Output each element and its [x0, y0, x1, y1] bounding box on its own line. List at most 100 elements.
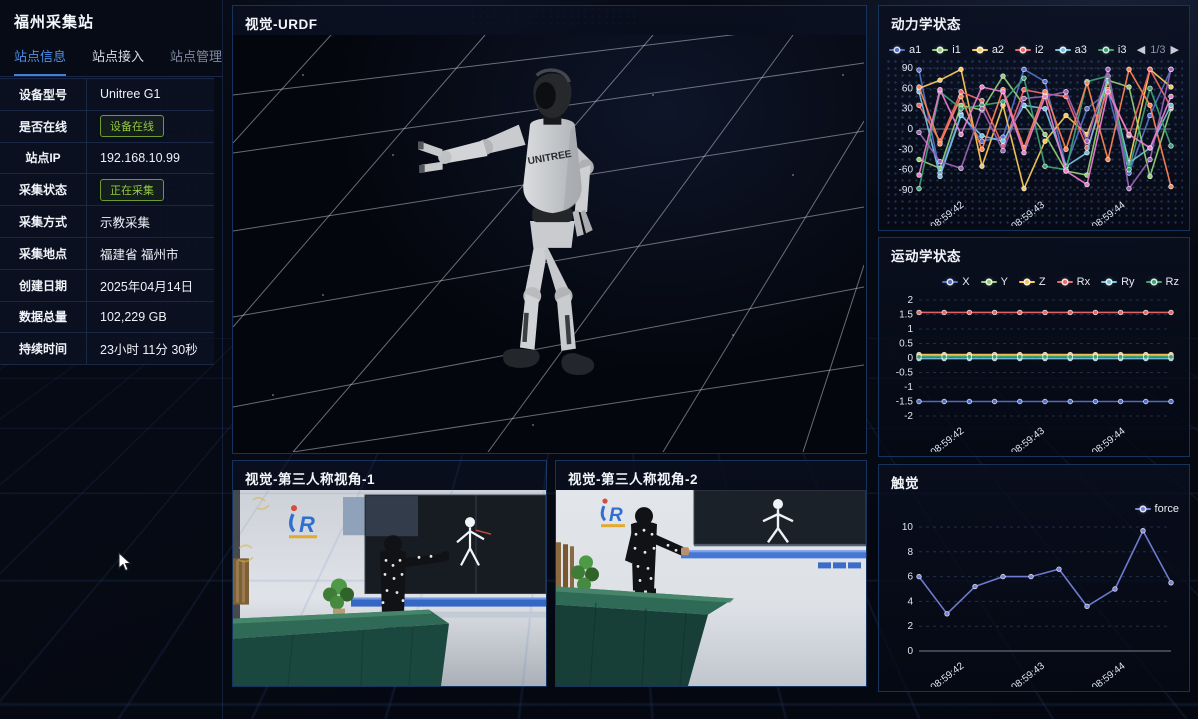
legend-page-indicator: 1/3	[1150, 44, 1165, 56]
duration-value: 23小时 11分 30秒	[87, 339, 214, 358]
robot-model: UNITREE	[418, 70, 594, 375]
svg-text:R: R	[299, 512, 315, 537]
tab-station-manage[interactable]: 站点管理	[170, 46, 222, 76]
svg-text:0.5: 0.5	[899, 339, 913, 350]
table-row: 站点IP192.168.10.99	[0, 143, 214, 175]
svg-text:08:59:42: 08:59:42	[929, 199, 967, 226]
legend-pagination: ◀ 1/3 ▶	[1137, 44, 1179, 56]
legend-item[interactable]: i1	[932, 44, 961, 56]
legend-label: Y	[1001, 276, 1008, 288]
kinematics-chart: 21.510.50-0.5-1-1.5-208:59:4208:59:4308:…	[885, 290, 1183, 452]
camera-2-scene: R	[556, 490, 866, 686]
svg-text:0: 0	[907, 353, 913, 364]
legend-item[interactable]: Rz	[1146, 276, 1179, 288]
sidebar-tabs: 站点信息 站点接入 站点管理	[0, 38, 222, 77]
svg-text:1.5: 1.5	[899, 310, 913, 321]
station-ip-value: 192.168.10.99	[87, 151, 214, 165]
legend-label: i1	[952, 44, 961, 56]
svg-text:0: 0	[907, 646, 913, 657]
legend-label: a3	[1075, 44, 1087, 56]
legend-label: i3	[1118, 44, 1127, 56]
svg-text:08:59:43: 08:59:43	[1009, 425, 1047, 452]
svg-text:08:59:44: 08:59:44	[1090, 199, 1128, 226]
svg-text:-0.5: -0.5	[896, 368, 914, 379]
legend-label: Rz	[1166, 276, 1179, 288]
svg-text:60: 60	[902, 83, 914, 94]
device-model-value: Unitree G1	[87, 87, 214, 101]
svg-text:08:59:44: 08:59:44	[1090, 660, 1128, 687]
table-row: 设备型号Unitree G1	[0, 78, 214, 111]
data-total-value: 102,229 GB	[87, 310, 214, 324]
svg-text:08:59:43: 08:59:43	[1009, 660, 1047, 687]
panel-title: 动力学状态	[879, 6, 1189, 39]
table-row: 数据总量102,229 GB	[0, 302, 214, 334]
panel-title: 触觉	[879, 465, 1189, 498]
legend-item[interactable]: i2	[1015, 44, 1044, 56]
svg-text:-90: -90	[899, 185, 914, 196]
panel-urdf-view: 视觉-URDF	[232, 5, 867, 454]
tab-station-access[interactable]: 站点接入	[92, 46, 144, 76]
dynamics-chart: 9060300-30-60-9008:59:4208:59:4308:59:44	[885, 58, 1183, 226]
camera-1-scene: R	[233, 490, 546, 686]
svg-text:08:59:42: 08:59:42	[929, 425, 967, 452]
collect-status-badge: 正在采集	[100, 179, 164, 201]
legend-marker-icon	[1146, 281, 1162, 283]
legend-next-icon[interactable]: ▶	[1171, 45, 1179, 56]
legend-marker-icon	[1057, 281, 1073, 283]
legend-label: Rx	[1077, 276, 1090, 288]
legend-marker-icon	[1098, 49, 1114, 51]
dashboard-root: { "app": { "station_title": "福州采集站" }, "…	[0, 0, 1198, 719]
svg-text:90: 90	[902, 63, 914, 74]
mouse-cursor	[118, 552, 134, 574]
legend-item[interactable]: Z	[1019, 276, 1046, 288]
legend-label: i2	[1035, 44, 1044, 56]
station-title: 福州采集站	[0, 0, 222, 38]
svg-text:0: 0	[907, 124, 913, 135]
camera-2-video[interactable]: R	[556, 490, 866, 686]
legend-marker-icon	[942, 281, 958, 283]
urdf-grid-scene: UNITREE	[233, 35, 864, 452]
panel-camera-1: 视觉-第三人称视角-1 R	[232, 460, 547, 687]
collect-mode-value: 示教采集	[87, 212, 214, 231]
legend-label: Ry	[1121, 276, 1134, 288]
create-date-value: 2025年04月14日	[87, 276, 214, 295]
legend-marker-icon	[889, 49, 905, 51]
legend-marker-icon	[972, 49, 988, 51]
panel-camera-2: 视觉-第三人称视角-2	[555, 460, 867, 687]
legend-item[interactable]: a1	[889, 44, 921, 56]
legend-marker-icon	[981, 281, 997, 283]
legend-prev-icon[interactable]: ◀	[1137, 45, 1145, 56]
svg-text:2: 2	[907, 295, 913, 306]
station-info-table: 设备型号Unitree G1 是否在线设备在线 站点IP192.168.10.9…	[0, 78, 214, 365]
panel-kinematics: 运动学状态 XYZRxRyRz 21.510.50-0.5-1-1.5-208:…	[878, 237, 1190, 457]
legend-label: X	[962, 276, 969, 288]
svg-text:10: 10	[902, 522, 914, 533]
svg-text:-2: -2	[904, 411, 913, 422]
legend-item[interactable]: Rx	[1057, 276, 1090, 288]
legend-label: a2	[992, 44, 1004, 56]
online-status-badge: 设备在线	[100, 115, 164, 137]
legend-item[interactable]: a3	[1055, 44, 1087, 56]
legend-item[interactable]: force	[1135, 503, 1179, 515]
svg-text:4: 4	[907, 596, 913, 607]
legend-marker-icon	[1019, 281, 1035, 283]
svg-text:8: 8	[907, 547, 913, 558]
svg-text:-30: -30	[899, 144, 914, 155]
urdf-3d-viewport[interactable]: UNITREE	[233, 35, 866, 453]
legend-marker-icon	[1135, 508, 1151, 510]
sidebar: 福州采集站 站点信息 站点接入 站点管理 设备型号Unitree G1 是否在线…	[0, 0, 223, 719]
svg-text:R: R	[609, 505, 623, 526]
legend-label: a1	[909, 44, 921, 56]
legend-item[interactable]: Y	[981, 276, 1008, 288]
panel-dynamics: 动力学状态 a1i1a2i2a3i3 ◀ 1/3 ▶ 9060300-30-60…	[878, 5, 1190, 231]
svg-text:-1: -1	[904, 382, 913, 393]
tab-station-info[interactable]: 站点信息	[14, 46, 66, 76]
camera-1-video[interactable]: R	[233, 490, 546, 686]
legend-item[interactable]: X	[942, 276, 969, 288]
collect-location-value: 福建省 福州市	[87, 244, 214, 263]
legend-item[interactable]: i3	[1098, 44, 1127, 56]
legend-item[interactable]: a2	[972, 44, 1004, 56]
legend-label: Z	[1039, 276, 1046, 288]
legend-item[interactable]: Ry	[1101, 276, 1134, 288]
svg-text:30: 30	[902, 104, 914, 115]
